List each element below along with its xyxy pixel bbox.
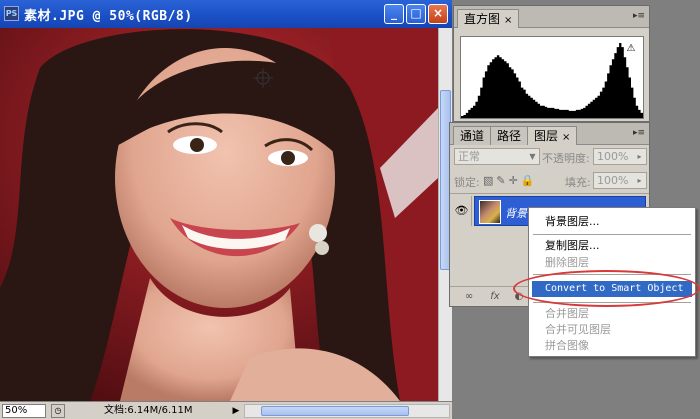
maximize-button[interactable]: □ xyxy=(406,4,426,24)
horizontal-scrollbar[interactable] xyxy=(244,404,450,418)
tab-paths[interactable]: 路径 xyxy=(490,126,529,145)
menu-item-flatten-image: 拼合图像 xyxy=(545,339,589,352)
navigator-icon[interactable]: ◷ xyxy=(51,404,65,418)
annotation-highlight-ellipse xyxy=(513,270,700,307)
document-window: PS 素材.JPG @ 50%(RGB/8) _ □ × 1 50% ◷ 文档:… xyxy=(0,0,452,419)
menu-item-delete-layer: 删除图层 xyxy=(545,256,589,269)
image-canvas[interactable]: 1 xyxy=(0,28,438,401)
fx-icon[interactable]: fx xyxy=(486,290,504,304)
blend-row: 正常 ▼ 不透明度: 100% ▸ xyxy=(450,148,649,166)
histogram-graph xyxy=(461,43,643,118)
minimize-button[interactable]: _ xyxy=(384,4,404,24)
menu-item-layer-from-background[interactable]: 背景图层... xyxy=(529,214,695,230)
chevron-down-icon: ▼ xyxy=(529,152,536,161)
warning-icon[interactable]: ⚠ xyxy=(625,43,637,54)
layer-thumbnail xyxy=(479,200,501,224)
close-icon[interactable]: × xyxy=(504,15,512,26)
fill-field[interactable]: 100% ▸ xyxy=(593,172,647,189)
histogram-tabbar: 直方图 × ▸≡ xyxy=(454,6,649,28)
horizontal-scroll-thumb[interactable] xyxy=(261,406,409,416)
divider xyxy=(450,193,649,194)
blend-mode-value: 正常 xyxy=(458,150,480,163)
close-button[interactable]: × xyxy=(428,4,448,24)
histogram-area xyxy=(461,43,643,118)
menu-item-duplicate-layer[interactable]: 复制图层... xyxy=(529,238,695,254)
layer-name: 背景 xyxy=(505,207,527,220)
tab-layers-label: 图层 xyxy=(534,129,559,143)
lock-icons[interactable]: ▧✎✛🔒 xyxy=(483,174,538,187)
chevron-right-icon: ▸ xyxy=(637,152,642,161)
lock-row: 锁定: ▧✎✛🔒 填充: 100% ▸ xyxy=(450,172,649,190)
close-icon[interactable]: × xyxy=(562,132,570,143)
document-title: 素材.JPG @ 50%(RGB/8) xyxy=(24,9,193,24)
fill-value: 100% xyxy=(597,174,629,187)
document-titlebar[interactable]: PS 素材.JPG @ 50%(RGB/8) _ □ × xyxy=(0,0,452,28)
photoshop-icon: PS xyxy=(4,6,19,21)
chevron-right-icon: ▸ xyxy=(637,176,642,185)
menu-item-merge-layers: 合并图层 xyxy=(545,307,589,320)
visibility-eye-icon[interactable]: 👁 xyxy=(452,196,472,226)
opacity-value: 100% xyxy=(597,150,629,163)
status-menu-arrow-icon[interactable]: ▶ xyxy=(230,404,242,418)
tab-channels[interactable]: 通道 xyxy=(453,126,492,145)
lock-label: 锁定: xyxy=(454,176,480,189)
histogram-panel: 直方图 × ▸≡ ⚠ xyxy=(453,5,650,122)
panel-menu-icon[interactable]: ▸≡ xyxy=(633,11,645,21)
photoshop-window: PS 素材.JPG @ 50%(RGB/8) _ □ × 1 50% ◷ 文档:… xyxy=(0,0,700,419)
tab-histogram-label: 直方图 xyxy=(464,12,501,26)
blend-mode-select[interactable]: 正常 ▼ xyxy=(454,148,540,165)
panel-menu-icon[interactable]: ▸≡ xyxy=(633,128,645,138)
sampler-number: 1 xyxy=(268,80,274,89)
tab-histogram[interactable]: 直方图 × xyxy=(457,9,520,28)
fill-label: 填充: xyxy=(565,176,591,189)
histogram-display: ⚠ xyxy=(460,36,644,119)
photo-image xyxy=(0,28,438,401)
opacity-field[interactable]: 100% ▸ xyxy=(593,148,647,165)
link-icon[interactable]: ∞ xyxy=(460,290,478,304)
opacity-label: 不透明度: xyxy=(542,152,590,165)
status-bar: 50% ◷ 文档:6.14M/6.11M ▶ xyxy=(0,401,452,419)
layers-tabbar: 通道 路径 图层 × ▸≡ xyxy=(450,123,649,145)
zoom-field[interactable]: 50% xyxy=(2,404,46,418)
menu-separator xyxy=(533,234,691,235)
tab-layers[interactable]: 图层 × xyxy=(527,126,578,145)
document-info: 文档:6.14M/6.11M xyxy=(104,405,193,416)
menu-item-merge-visible: 合并可见图层 xyxy=(545,323,611,336)
